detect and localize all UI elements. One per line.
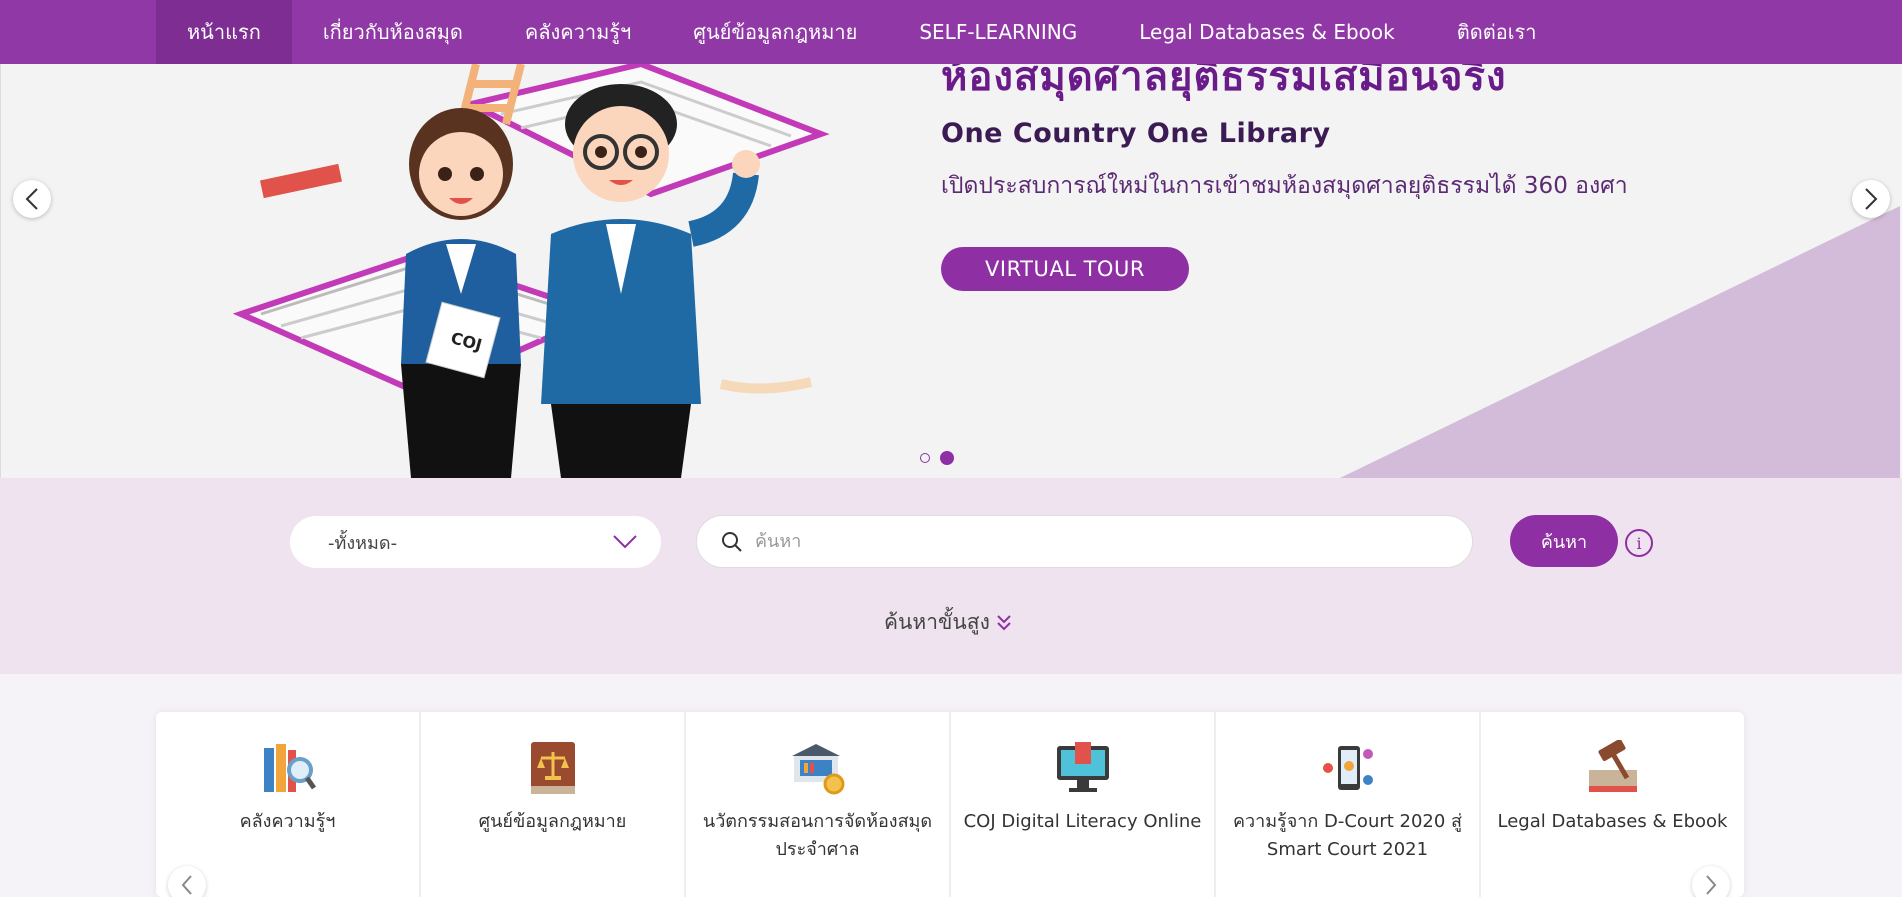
books-search-icon (263, 744, 316, 792)
cards-prev-button[interactable] (168, 866, 206, 897)
card-legal-databases-label: Legal Databases & Ebook (1497, 811, 1728, 832)
hero-cut-title: ห้องสมุดศาลยุติธรรมเสมือนจริง (941, 64, 1507, 100)
hero-banner: COJ ห้องสมุดศาลยุติธรรมเสมือนจริง One Co… (0, 64, 1900, 478)
slider-prev-button[interactable] (13, 180, 51, 218)
cards-next-button[interactable] (1692, 866, 1730, 897)
top-navigation: หน้าแรก เกี่ยวกับห้องสมุด คลังความรู้ฯ ศ… (0, 0, 1902, 64)
hero-title: One Country One Library (941, 118, 1331, 149)
info-icon[interactable]: i (1625, 529, 1653, 557)
law-book-icon (530, 742, 575, 794)
search-button[interactable]: ค้นหา (1510, 515, 1618, 567)
card-d-court[interactable]: ความรู้จาก D-Court 2020 สู่ Smart Court … (1216, 712, 1481, 897)
library-gear-icon (791, 744, 844, 795)
chevron-left-icon (25, 188, 38, 210)
search-icon (722, 531, 742, 552)
category-cards: คลังความรู้ฯ ศูนย์ข้อมูลกฎหมาย นวัตกรรมส… (156, 712, 1744, 897)
book-icon (260, 163, 342, 199)
nav-self-learning[interactable]: SELF-LEARNING (888, 0, 1108, 64)
nav-knowledge[interactable]: คลังความรู้ฯ (494, 0, 662, 64)
nav-about-library[interactable]: เกี่ยวกับห้องสมุด (292, 0, 494, 64)
monitor-book-icon (1056, 742, 1109, 792)
card-knowledge-label: คลังความรู้ฯ (239, 811, 336, 832)
slider-dots (920, 451, 954, 465)
hero-triangle-decoration (1340, 206, 1900, 478)
category-select-value: -ทั้งหมด- (328, 532, 398, 554)
card-digital-literacy-label: COJ Digital Literacy Online (963, 811, 1202, 832)
chevron-left-icon (181, 875, 192, 895)
search-input[interactable] (755, 531, 1435, 552)
card-law-center[interactable]: ศูนย์ข้อมูลกฎหมาย (421, 712, 686, 897)
nav-legal-databases[interactable]: Legal Databases & Ebook (1108, 0, 1426, 64)
search-section: -ทั้งหมด- ค้นหา i ค้นหาขั้นสูง (0, 478, 1902, 674)
advanced-search-label: ค้นหาขั้นสูง (884, 610, 990, 634)
smart-phone-icon (1322, 746, 1373, 790)
card-library-innovation-label: นวัตกรรมสอนการจัดห้องสมุดประจำศาล (702, 811, 933, 860)
woman-character-icon: COJ (401, 108, 521, 478)
nav-contact[interactable]: ติดต่อเรา (1426, 0, 1568, 64)
double-chevron-down-icon (997, 614, 1011, 630)
slider-dot-2[interactable] (940, 451, 954, 465)
hero-subtitle: เปิดประสบการณ์ใหม่ในการเข้าชมห้องสมุดศาล… (941, 173, 1628, 199)
chevron-right-icon (1706, 875, 1717, 895)
chevron-down-icon (613, 535, 637, 549)
search-field (696, 515, 1473, 568)
chevron-right-icon (1865, 188, 1878, 210)
gavel-book-icon (1588, 740, 1637, 792)
advanced-search-toggle[interactable]: ค้นหาขั้นสูง (884, 606, 1012, 639)
card-law-center-label: ศูนย์ข้อมูลกฎหมาย (478, 811, 627, 832)
nav-law-center[interactable]: ศูนย์ข้อมูลกฎหมาย (662, 0, 888, 64)
slider-next-button[interactable] (1852, 180, 1890, 218)
category-select[interactable]: -ทั้งหมด- (290, 516, 661, 568)
virtual-tour-button[interactable]: VIRTUAL TOUR (941, 247, 1189, 291)
hero-illustration: COJ (232, 64, 830, 478)
nav-home[interactable]: หน้าแรก (156, 0, 292, 64)
card-library-innovation[interactable]: นวัตกรรมสอนการจัดห้องสมุดประจำศาล (686, 712, 951, 897)
card-d-court-label: ความรู้จาก D-Court 2020 สู่ Smart Court … (1232, 811, 1463, 860)
slider-dot-1[interactable] (920, 453, 930, 463)
card-digital-literacy[interactable]: COJ Digital Literacy Online (951, 712, 1216, 897)
